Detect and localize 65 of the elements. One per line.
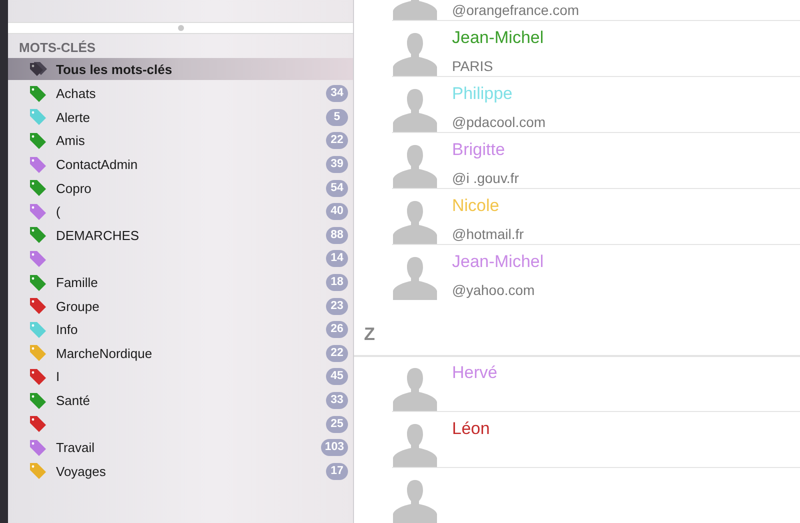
count-badge: 34 (326, 85, 348, 102)
contact-name: Hervé (452, 363, 498, 384)
contact-detail: @orangefrance.com (452, 2, 580, 18)
contact-detail: @hotmail.fr (452, 226, 524, 242)
sidebar-item[interactable]: ContactAdmin 39 (8, 152, 353, 176)
section-header: MOTS-CLÉS (18, 39, 97, 57)
count-badge: 22 (326, 344, 348, 362)
contact-name: Nicole (452, 196, 500, 217)
sidebar-item[interactable]: I 45 (8, 365, 353, 389)
count-badge: 5 (326, 108, 348, 126)
sidebar-item[interactable]: Travail 103 (8, 436, 353, 460)
count-badge: 22 (326, 132, 348, 150)
sidebar-item[interactable]: Groupe 23 (8, 294, 353, 318)
contact-name: Philippe (452, 84, 514, 105)
count-badge: 40 (326, 203, 348, 220)
sidebar-item[interactable]: Santé 33 (8, 388, 353, 412)
sidebar-item[interactable]: ( 40 (8, 200, 353, 224)
contact-row[interactable]: @orangefrance.com (392, 0, 800, 21)
person-silhouette-icon (392, 365, 438, 411)
person-silhouette-icon (392, 86, 438, 132)
count-badge: 26 (326, 321, 348, 338)
count-badge: 39 (326, 156, 348, 174)
splitter-handle[interactable] (178, 25, 184, 31)
person-silhouette-icon (392, 142, 438, 188)
sidebar-item[interactable]: Info 26 (8, 318, 353, 342)
person-silhouette-icon (392, 477, 438, 523)
sidebar-item[interactable]: Tous les mots-clés (8, 58, 353, 80)
sidebar-item[interactable]: Famille 18 (8, 270, 353, 294)
sidebar-item[interactable]: Voyages 17 (8, 460, 353, 484)
count-badge: 17 (326, 462, 348, 480)
count-badge: 18 (326, 274, 348, 292)
count-badge: 14 (326, 250, 348, 268)
tags-icon (28, 60, 48, 78)
contact-detail: @i .gouv.fr (452, 170, 519, 186)
contact-row[interactable]: Léon (392, 412, 800, 468)
count-badge: 33 (326, 392, 348, 410)
contact-row[interactable]: Jean-Michel @yahoo.com (392, 245, 800, 300)
contact-name: Léon (452, 419, 490, 440)
section-letter: Z (364, 324, 375, 345)
contact-row[interactable]: Philippe @pdacool.com (392, 77, 800, 133)
contact-name: Jean-Michel (452, 252, 544, 273)
contact-name: Brigitte (452, 140, 506, 161)
count-badge: 25 (326, 416, 348, 433)
sidebar-item[interactable]: DEMARCHES 88 (8, 224, 353, 248)
contact-detail: PARIS (452, 58, 494, 74)
sidebar-item[interactable]: Achats 34 (8, 82, 353, 106)
sidebar-item[interactable]: Amis 22 (8, 129, 353, 153)
count-badge: 23 (326, 298, 348, 315)
sidebar-item[interactable]: Alerte 5 (8, 106, 353, 130)
count-badge: 54 (326, 180, 348, 197)
count-badge: 103 (320, 439, 348, 456)
contact-detail: @yahoo.com (452, 282, 536, 298)
person-silhouette-icon (392, 198, 438, 244)
person-silhouette-icon (392, 30, 438, 76)
person-silhouette-icon (392, 254, 438, 300)
contact-row[interactable]: Jean-Michel PARIS (392, 21, 800, 77)
person-silhouette-icon (392, 421, 438, 467)
sidebar-item[interactable]: Copro 54 (8, 176, 353, 200)
contact-detail: @pdacool.com (452, 114, 546, 130)
count-badge: 88 (326, 226, 348, 244)
contact-row[interactable]: Brigitte @i .gouv.fr (392, 133, 800, 189)
contact-name: Jean-Michel (452, 28, 544, 49)
count-badge: 45 (326, 368, 348, 386)
contact-row[interactable]: Nicole @hotmail.fr (392, 189, 800, 245)
sidebar-item[interactable]: MarcheNordique 22 (8, 342, 353, 366)
